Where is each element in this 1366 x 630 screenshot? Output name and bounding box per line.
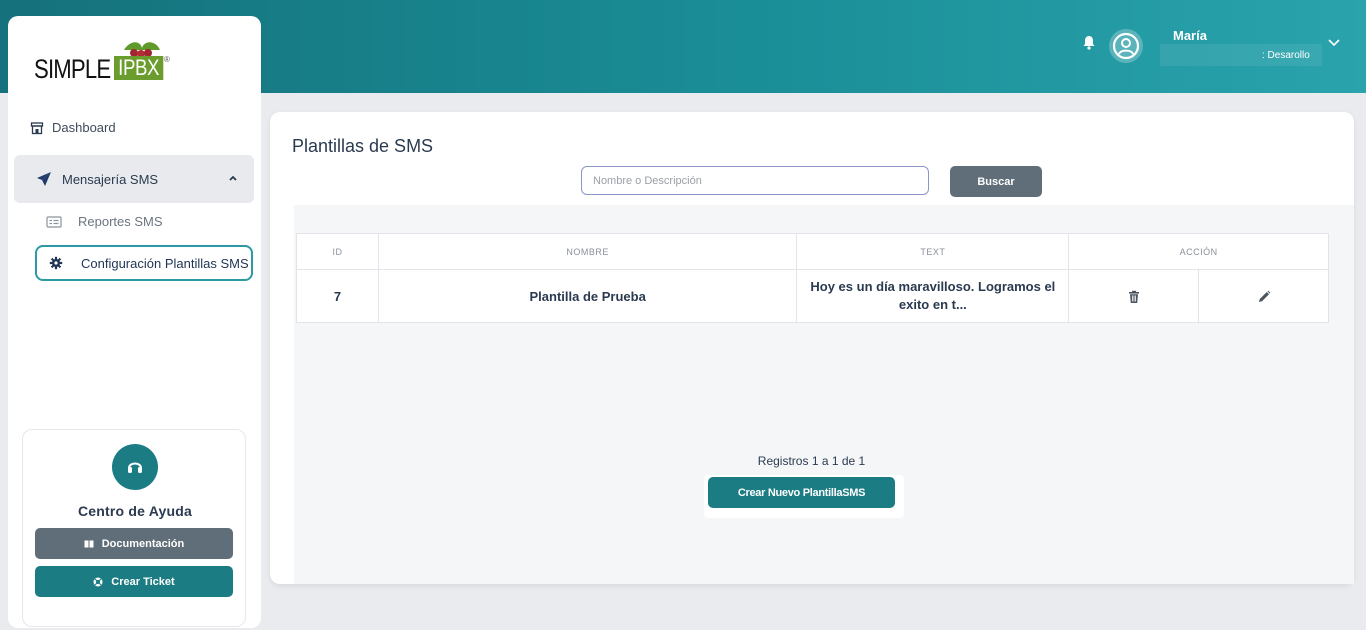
sidebar-item-dashboard[interactable]: Dashboard <box>30 120 116 135</box>
documentation-button[interactable]: Documentación <box>35 528 233 559</box>
sidebar-item-label: Reportes SMS <box>78 214 163 229</box>
book-icon <box>84 540 94 547</box>
logo-text-ipbx: IPBX <box>114 56 164 80</box>
logo-registered: ® <box>164 55 170 64</box>
help-center-card: Centro de Ayuda Documentación Crear Tick… <box>22 429 246 627</box>
cell-edit <box>1198 269 1329 323</box>
cell-nombre: Plantilla de Prueba <box>377 269 798 323</box>
user-department: : Desarollo <box>1262 50 1310 61</box>
search-input[interactable] <box>581 166 929 195</box>
help-center-title: Centro de Ayuda <box>78 503 192 519</box>
sidebar-item-label: Dashboard <box>52 120 116 135</box>
sidebar-item-reportes-sms[interactable]: Reportes SMS <box>46 214 163 229</box>
column-header-text[interactable]: TEXT <box>796 233 1070 270</box>
sidebar-item-mensajeria-sms[interactable]: Mensajería SMS <box>14 155 254 203</box>
paper-plane-icon <box>37 172 51 186</box>
chevron-up-icon <box>229 175 237 181</box>
sidebar-item-label: Configuración Plantillas SMS <box>81 255 249 271</box>
documentation-label: Documentación <box>101 537 185 550</box>
user-name[interactable]: María <box>1173 28 1207 43</box>
templates-table: ID NOMBRE TEXT ACCIÓN 7 Plantilla de Pru… <box>296 233 1329 323</box>
page-title: Plantillas de SMS <box>292 136 434 156</box>
create-template-button[interactable]: Crear Nuevo PlantillaSMS <box>708 477 895 508</box>
cell-delete <box>1068 269 1200 323</box>
column-header-id[interactable]: ID <box>296 233 379 270</box>
logo-text-simple: SIMPLE <box>34 54 111 84</box>
table-row: 7 Plantilla de Prueba Hoy es un día mara… <box>296 269 1329 323</box>
search-button[interactable]: Buscar <box>950 166 1042 197</box>
headset-icon <box>112 444 158 490</box>
pencil-icon[interactable] <box>1257 290 1271 304</box>
table-panel: ID NOMBRE TEXT ACCIÓN 7 Plantilla de Pru… <box>294 205 1354 584</box>
sidebar-item-configuracion-plantillas[interactable]: Configuración Plantillas SMS <box>35 245 253 281</box>
column-header-accion: ACCIÓN <box>1068 233 1329 270</box>
column-header-nombre[interactable]: NOMBRE <box>377 233 798 270</box>
list-card-icon <box>46 215 62 228</box>
gear-icon <box>49 256 63 270</box>
trash-icon[interactable] <box>1127 290 1141 304</box>
main-card: Plantillas de SMS Buscar ID NOMBRE TEXT … <box>270 112 1354 584</box>
create-ticket-label: Crear Ticket <box>111 575 175 588</box>
cell-id: 7 <box>296 269 379 323</box>
logo[interactable]: SIMPLE IPBX ® <box>34 38 194 90</box>
create-button-wrap: Crear Nuevo PlantillaSMS <box>704 475 904 518</box>
cell-text: Hoy es un día maravilloso. Logramos el e… <box>796 269 1070 323</box>
records-count: Registros 1 a 1 de 1 <box>757 454 866 468</box>
chevron-down-icon[interactable] <box>1328 38 1340 48</box>
table-header-row: ID NOMBRE TEXT ACCIÓN <box>296 233 1329 270</box>
sidebar-item-label: Mensajería SMS <box>62 171 159 187</box>
life-ring-icon <box>93 577 103 586</box>
user-circle-icon[interactable] <box>1108 28 1144 64</box>
storefront-icon <box>30 121 44 134</box>
bell-icon[interactable] <box>1082 35 1096 51</box>
create-ticket-button[interactable]: Crear Ticket <box>35 566 233 597</box>
